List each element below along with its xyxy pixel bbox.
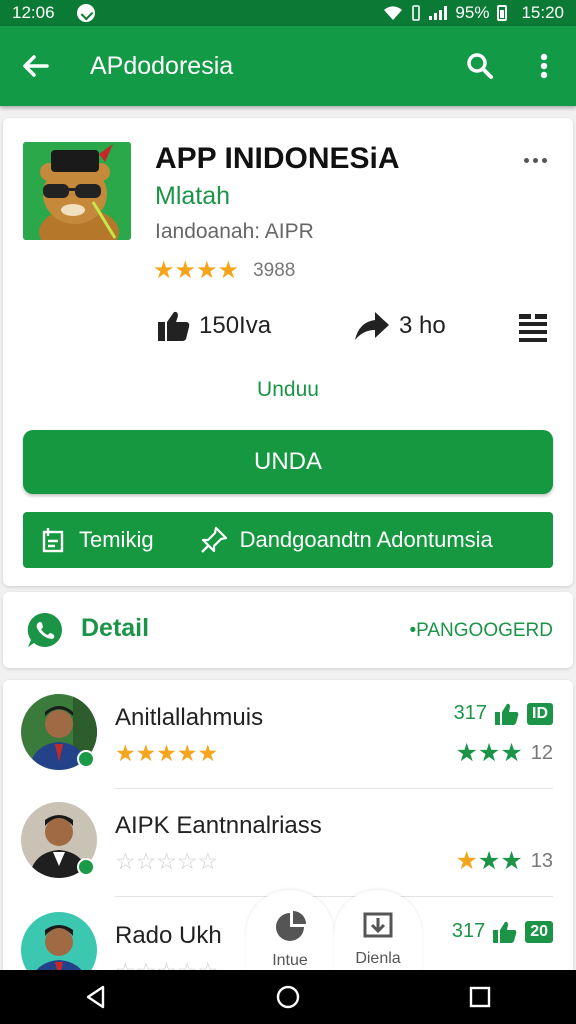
notification-icon [76,4,95,22]
action-row: Temikig Dandgoandtn Adontumsia [23,512,553,568]
wifi-icon [384,6,403,20]
review-tag: ID [527,702,553,725]
review-score: ★ ★★ 13 [456,846,554,876]
app-name: APP INIDONESiA [155,142,400,175]
thumbs-up-icon [158,311,190,341]
divider [115,896,553,897]
review-score: ★★★ 12 [456,738,554,768]
chart-pie-icon [276,911,306,941]
thumbs-up-icon [495,703,519,725]
list-icon [519,314,547,342]
vibrate-icon [412,5,421,21]
review-stars: ★★★★★ [115,740,219,766]
score-stars: ★★★ [455,739,523,767]
bottom-tab-intue[interactable]: Intue [246,890,334,976]
app-info-card: APP INIDONESiA Mlatah Iandoanah: AIPR ★★… [3,118,573,586]
bottom-tab-label: Dienla [355,950,401,967]
nav-home-icon[interactable] [275,984,301,1010]
review-stars: ☆☆☆☆☆ [115,848,219,874]
score-stars: ★★ [477,847,523,875]
arrow-left-icon [23,55,49,77]
bottom-tab-label: Intue [272,952,308,969]
detail-more-link[interactable]: •PANGOOGERD [409,620,553,642]
nav-back-icon[interactable] [83,984,109,1010]
detail-title: Detail [81,614,150,642]
review-tag: 20 [525,920,553,943]
battery-percent: 95% [455,3,490,22]
score-count: 13 [530,849,553,872]
status-clock: 15:20 [521,3,564,22]
app-developer-link[interactable]: Mlatah [155,182,230,211]
action-left-button[interactable]: Temikig [23,527,154,553]
card-more-button[interactable] [524,158,547,163]
list-button[interactable] [517,312,549,344]
download-link[interactable]: Unduu [3,378,573,402]
review-item[interactable]: Anitlallahmuis ★★★★★ 317 ID ★★★ 12 [3,680,573,788]
bear-mascot-icon [23,142,131,240]
status-time: 12:06 [12,3,55,22]
signal-icon [429,6,448,20]
status-bar: 12:06 95% 15:20 [0,0,576,26]
status-indicators: 95% 15:20 [383,3,564,23]
bottom-tab-dienla[interactable]: Dienla [334,890,422,976]
rating-stars: ★★★★ [153,257,240,284]
action-left-label: Temikig [79,527,154,552]
score-star-gold: ★ [455,847,478,875]
whatsapp-icon [27,612,62,647]
action-right-button[interactable]: Dandgoandtn Adontumsia [182,526,493,554]
dot [542,158,547,163]
review-meta: 317 ID [454,702,553,725]
detail-card[interactable]: Detail •PANGOOGERD [3,592,573,668]
likes-stat: 150Iva [157,310,271,342]
share-stat[interactable]: 3 ho [353,310,446,342]
dot [533,158,538,163]
action-right-label: Dandgoandtn Adontumsia [239,527,493,552]
back-button[interactable] [0,26,70,106]
battery-icon [497,5,508,21]
verified-badge [77,858,95,876]
rating-count: 3988 [253,259,296,281]
review-item[interactable]: AIPK Eantnnalriass ☆☆☆☆☆ ★ ★★ 13 [3,788,573,896]
review-meta-count: 317 [453,702,487,724]
app-rating: ★★★★ 3988 [153,256,295,285]
dot [524,158,529,163]
pin-icon [200,526,227,553]
thumbs-up-icon [493,921,517,943]
review-meta: 317 20 [452,920,553,943]
likes-count: 150Iva [199,312,272,339]
search-icon [467,53,493,79]
review-meta-count: 317 [451,920,486,942]
document-icon [42,528,64,553]
toolbar-title: APdodoresia [90,51,234,80]
download-box-icon [363,912,393,938]
app-icon [23,142,131,240]
install-button[interactable]: UNDA [23,430,553,494]
system-nav-bar [0,970,576,1024]
search-button[interactable] [448,26,512,106]
reviewer-name: Rado Ukh [115,922,222,949]
share-count: 3 ho [399,312,446,339]
app-toolbar: APdodoresia [0,26,576,106]
share-arrow-icon [355,312,389,340]
reviewer-name: Anitlallahmuis [115,704,264,731]
overflow-menu-button[interactable] [512,26,576,106]
nav-recents-icon[interactable] [467,984,493,1010]
score-count: 12 [530,741,553,764]
more-vert-icon [540,53,548,79]
reviewer-name: AIPK Eantnnalriass [115,812,322,839]
verified-badge [77,750,95,768]
app-subtitle: Iandoanah: AIPR [155,220,314,243]
